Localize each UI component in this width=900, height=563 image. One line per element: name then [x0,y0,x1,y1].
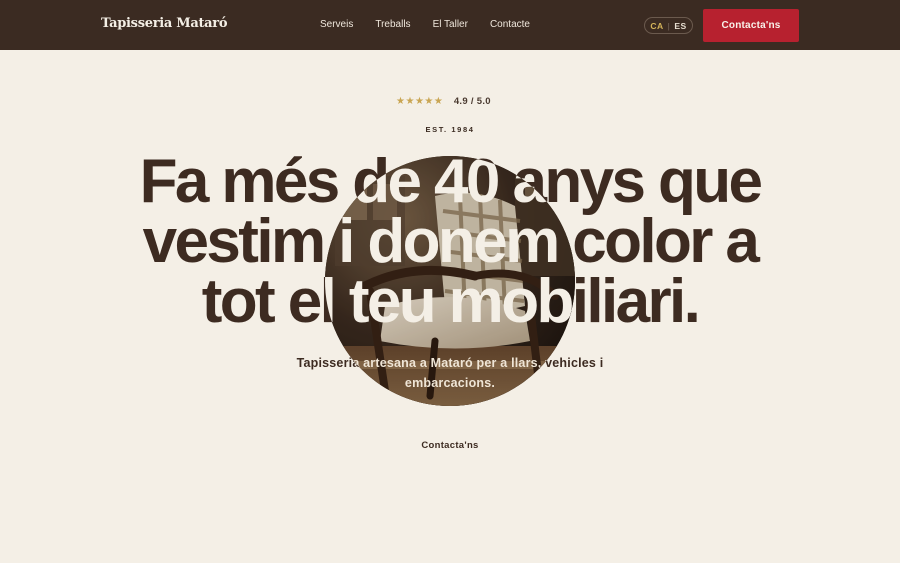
star-icon: ★ [424,95,434,107]
nav-serveis[interactable]: Serveis [320,19,353,30]
lang-separator: | [667,20,671,31]
rating-stars: ★ ★ ★ ★ ★ [396,95,443,107]
lang-ca[interactable]: CA [650,21,663,31]
nav-contacte[interactable]: Contacte [490,19,530,30]
star-icon: ★ [414,95,424,107]
nav-el-taller[interactable]: El Taller [433,19,468,30]
star-icon: ★ [433,95,443,107]
nav-treballs[interactable]: Treballs [375,19,410,30]
brand-logo[interactable]: Tapisseria Mataró [101,16,228,31]
star-icon: ★ [405,95,415,107]
star-icon: ★ [396,95,405,107]
contact-button[interactable]: Contacta'ns [703,9,799,42]
site-header: Tapisseria Mataró Serveis Treballs El Ta… [0,0,900,50]
rating: ★ ★ ★ ★ ★ 4.9 / 5.0 [396,96,491,107]
language-switcher: CA | ES [644,17,693,34]
rating-score: 4.9 / 5.0 [453,96,491,107]
main-nav: Serveis Treballs El Taller Contacte [320,19,552,30]
lang-es[interactable]: ES [674,21,686,31]
upholstered-armchair-photo [325,156,575,406]
hero-contact-link[interactable]: Contacta'ns [0,440,900,451]
established-label: EST. 1984 [425,125,475,134]
